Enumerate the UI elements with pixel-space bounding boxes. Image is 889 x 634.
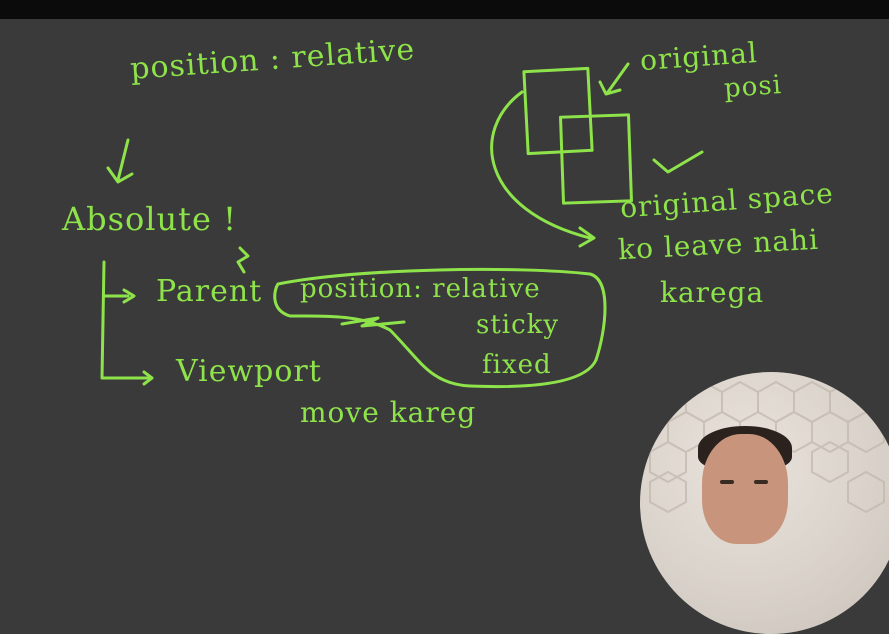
note-viewport: Viewport — [176, 354, 322, 389]
note-sticky: sticky — [476, 310, 560, 340]
note-original-posi-2: posi — [723, 70, 783, 104]
note-orig-space-3: karega — [660, 276, 765, 309]
eye-left — [720, 480, 734, 484]
eye-right — [754, 480, 768, 484]
note-move-kareg: move kareg — [300, 396, 477, 429]
check-mark — [652, 150, 704, 174]
note-absolute: Absolute ! — [62, 200, 237, 238]
tree-lines — [100, 260, 152, 380]
webcam-overlay — [640, 372, 889, 634]
brace — [236, 246, 250, 274]
note-fixed: fixed — [482, 350, 552, 380]
arrow-down — [106, 138, 134, 184]
box-moved — [559, 113, 633, 205]
note-pos-relative: position: relative — [300, 274, 541, 304]
note-parent: Parent — [156, 274, 263, 309]
arrow-to-box — [598, 62, 630, 96]
presenter-face — [702, 434, 788, 544]
box-original — [522, 66, 594, 156]
